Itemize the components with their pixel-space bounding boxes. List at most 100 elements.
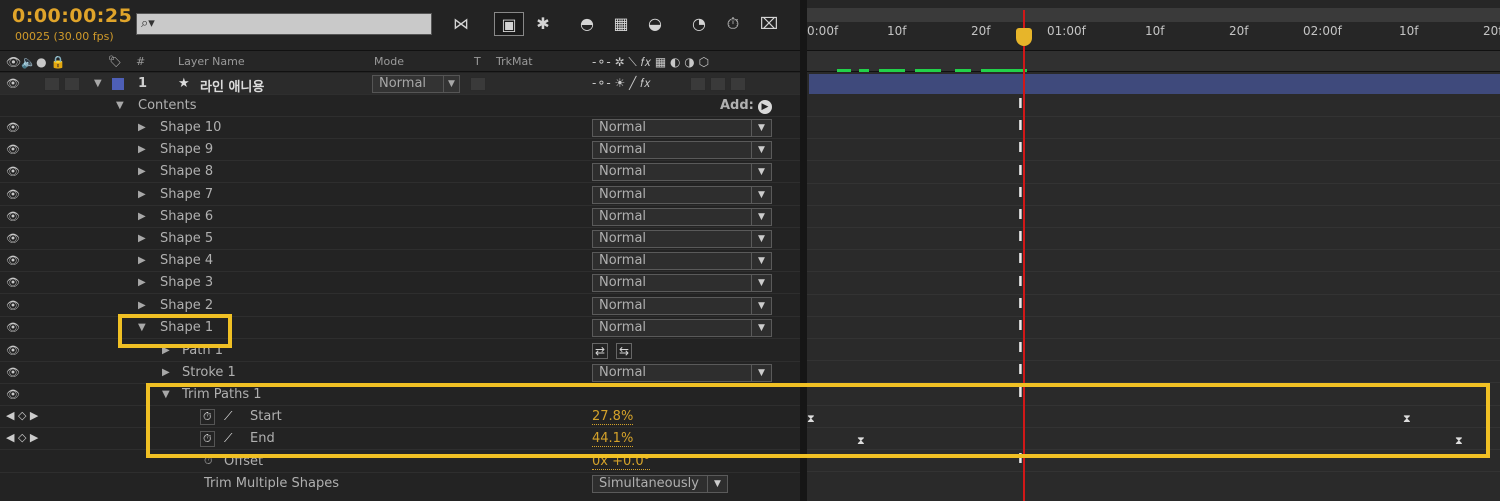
eye-icon[interactable]: 👁 bbox=[6, 121, 22, 134]
shape-row[interactable]: 👁 ▶ Shape 5 Normal ▼ bbox=[0, 228, 800, 250]
timeline-row[interactable] bbox=[807, 273, 1500, 295]
shape-mode-dropdown[interactable]: Normal ▼ bbox=[592, 141, 772, 160]
eye-icon[interactable]: 👁 bbox=[6, 188, 22, 201]
shape-row[interactable]: 👁 ▶ Shape 8 Normal ▼ bbox=[0, 161, 800, 184]
comp-settings-icon[interactable]: ⌧ bbox=[754, 12, 784, 36]
expand-triangle-icon[interactable]: ▶ bbox=[138, 122, 146, 133]
layer-switches-icons[interactable]: -⚬- ☀ ╱ 𝑓𝑥 bbox=[592, 76, 651, 91]
trim-multiple-row[interactable]: Trim Multiple Shapes Simultaneously ▼ bbox=[0, 473, 800, 495]
layer-mode-dropdown[interactable]: Normal ▼ bbox=[372, 75, 460, 93]
eye-icon[interactable]: 👁 bbox=[6, 321, 22, 334]
trim-multiple-dropdown[interactable]: Simultaneously ▼ bbox=[592, 475, 728, 493]
expand-triangle-icon[interactable]: ▶ bbox=[138, 144, 146, 155]
layer-search-input[interactable]: ⌕▾ bbox=[136, 13, 432, 35]
label-color-swatch[interactable] bbox=[112, 78, 124, 90]
frame-blending-icon[interactable]: ◓ bbox=[572, 12, 602, 36]
shape-row[interactable]: 👁 ▶ Shape 4 Normal ▼ bbox=[0, 250, 800, 273]
timeline-row[interactable] bbox=[807, 139, 1500, 162]
preserve-transparency-switch[interactable] bbox=[470, 77, 486, 91]
expand-triangle-icon[interactable]: ▶ bbox=[138, 255, 146, 266]
timeline-row[interactable] bbox=[807, 317, 1500, 339]
eye-icon[interactable]: 👁 bbox=[6, 232, 22, 245]
shape-row[interactable]: 👁 ▶ Shape 3 Normal ▼ bbox=[0, 272, 800, 295]
work-area-bar[interactable] bbox=[807, 50, 1500, 72]
keyframe-navigator-icon[interactable]: ◀ ◇ ▶ bbox=[6, 409, 38, 422]
timeline-row[interactable] bbox=[807, 361, 1500, 384]
graph-editor-icon[interactable]: ◒ bbox=[640, 12, 670, 36]
timeline-row[interactable] bbox=[807, 162, 1500, 184]
shape-mode-dropdown[interactable]: Normal ▼ bbox=[592, 119, 772, 137]
contents-row[interactable]: ▼ Contents Add: ▶ bbox=[0, 95, 800, 117]
shape-mode-value: Normal bbox=[599, 142, 647, 158]
chevron-down-icon: ▼ bbox=[751, 253, 771, 270]
solo-switch[interactable] bbox=[44, 77, 60, 91]
keyframe-navigator-icon[interactable]: ◀ ◇ ▶ bbox=[6, 431, 38, 444]
switch-box[interactable] bbox=[690, 77, 706, 91]
shy-layers-icon[interactable]: ✱ bbox=[528, 12, 558, 36]
shape-mode-dropdown[interactable]: Normal ▼ bbox=[592, 207, 772, 226]
add-menu-icon[interactable]: ▶ bbox=[758, 100, 772, 114]
timeline-row[interactable] bbox=[807, 339, 1500, 362]
expand-triangle-icon[interactable]: ▶ bbox=[138, 211, 146, 222]
playhead-handle[interactable] bbox=[1016, 28, 1032, 46]
shape-mode-dropdown[interactable]: Normal ▼ bbox=[592, 230, 772, 248]
layer-row[interactable]: 👁 ▼ 1 ★ 라인 애니용 Normal ▼ -⚬- ☀ ╱ 𝑓𝑥 bbox=[0, 73, 800, 95]
shape-mode-dropdown[interactable]: Normal ▼ bbox=[592, 163, 772, 182]
eye-icon[interactable]: 👁 bbox=[6, 366, 22, 379]
time-ruler[interactable]: 0:00f 10f 20f 01:00f 10f 20f 02:00f 10f 20f bbox=[807, 0, 1500, 50]
layer-duration-bar[interactable] bbox=[809, 74, 1500, 94]
switch-box[interactable] bbox=[730, 77, 746, 91]
contents-label: Contents bbox=[138, 98, 197, 113]
timeline-row[interactable] bbox=[807, 117, 1500, 140]
eye-icon[interactable]: 👁 bbox=[6, 143, 22, 156]
shape-mode-dropdown[interactable]: Normal ▼ bbox=[592, 185, 772, 204]
eye-icon[interactable]: 👁 bbox=[6, 344, 22, 357]
eye-icon[interactable]: 👁 bbox=[6, 388, 22, 401]
ruler-tick-label: 01:00f bbox=[1047, 24, 1086, 38]
timeline-row[interactable] bbox=[807, 184, 1500, 206]
shape-mode-dropdown[interactable]: Normal ▼ bbox=[592, 252, 772, 271]
timeline-row[interactable] bbox=[807, 95, 1500, 117]
timeline-row[interactable] bbox=[807, 228, 1500, 251]
expand-triangle-icon[interactable]: ▶ bbox=[138, 277, 146, 288]
eye-icon[interactable]: 👁 bbox=[6, 165, 22, 178]
timeline-row[interactable] bbox=[807, 206, 1500, 228]
col-layer-name[interactable]: Layer Name bbox=[178, 55, 245, 68]
current-time-display[interactable]: 0:00:00:25 bbox=[12, 5, 132, 27]
expand-triangle-icon[interactable]: ▶ bbox=[138, 189, 146, 200]
brainstorm-icon[interactable]: ◔ bbox=[684, 12, 714, 36]
time-navigator[interactable] bbox=[807, 8, 1500, 22]
motion-blur-icon[interactable]: ▦ bbox=[606, 12, 636, 36]
expand-triangle-icon[interactable]: ▶ bbox=[138, 300, 146, 311]
stopwatch-icon[interactable]: ⏱ bbox=[718, 12, 748, 36]
shape-mode-dropdown[interactable]: Normal ▼ bbox=[592, 318, 772, 337]
shape-row[interactable]: 👁 ▶ Shape 9 Normal ▼ bbox=[0, 139, 800, 162]
timeline-row[interactable] bbox=[807, 295, 1500, 317]
expand-triangle-icon[interactable]: ▶ bbox=[162, 367, 170, 378]
expand-triangle-icon[interactable]: ▼ bbox=[116, 100, 124, 111]
draft-3d-icon[interactable]: ▣ bbox=[494, 12, 524, 36]
timeline-row[interactable] bbox=[807, 250, 1500, 273]
stroke-row[interactable]: 👁 ▶ Stroke 1 Normal ▼ bbox=[0, 362, 800, 384]
expand-triangle-icon[interactable]: ▼ bbox=[94, 78, 102, 89]
stroke-mode-dropdown[interactable]: Normal ▼ bbox=[592, 364, 772, 382]
shape-mode-dropdown[interactable]: Normal ▼ bbox=[592, 274, 772, 293]
layer-name[interactable]: 라인 애니용 bbox=[200, 76, 264, 95]
path-direction-icon[interactable]: ⇆ bbox=[616, 343, 633, 359]
shape-row[interactable]: 👁 ▶ Shape 6 Normal ▼ bbox=[0, 206, 800, 228]
expand-triangle-icon[interactable]: ▶ bbox=[138, 233, 146, 244]
lock-switch[interactable] bbox=[64, 77, 80, 91]
eye-icon[interactable]: 👁 bbox=[6, 77, 22, 90]
shape-row[interactable]: 👁 ▶ Shape 10 Normal ▼ bbox=[0, 117, 800, 139]
expand-triangle-icon[interactable]: ▶ bbox=[138, 166, 146, 177]
ruler-tick-label: 10f bbox=[887, 24, 907, 38]
eye-icon[interactable]: 👁 bbox=[6, 299, 22, 312]
eye-icon[interactable]: 👁 bbox=[6, 210, 22, 223]
switch-box[interactable] bbox=[710, 77, 726, 91]
shape-row[interactable]: 👁 ▶ Shape 7 Normal ▼ bbox=[0, 184, 800, 206]
eye-icon[interactable]: 👁 bbox=[6, 276, 22, 289]
composition-mini-flowchart-icon[interactable]: ⋈ bbox=[446, 12, 476, 36]
eye-icon[interactable]: 👁 bbox=[6, 254, 22, 267]
shape-mode-dropdown[interactable]: Normal ▼ bbox=[592, 296, 772, 315]
path-direction-icon[interactable]: ⇄ bbox=[592, 343, 609, 359]
